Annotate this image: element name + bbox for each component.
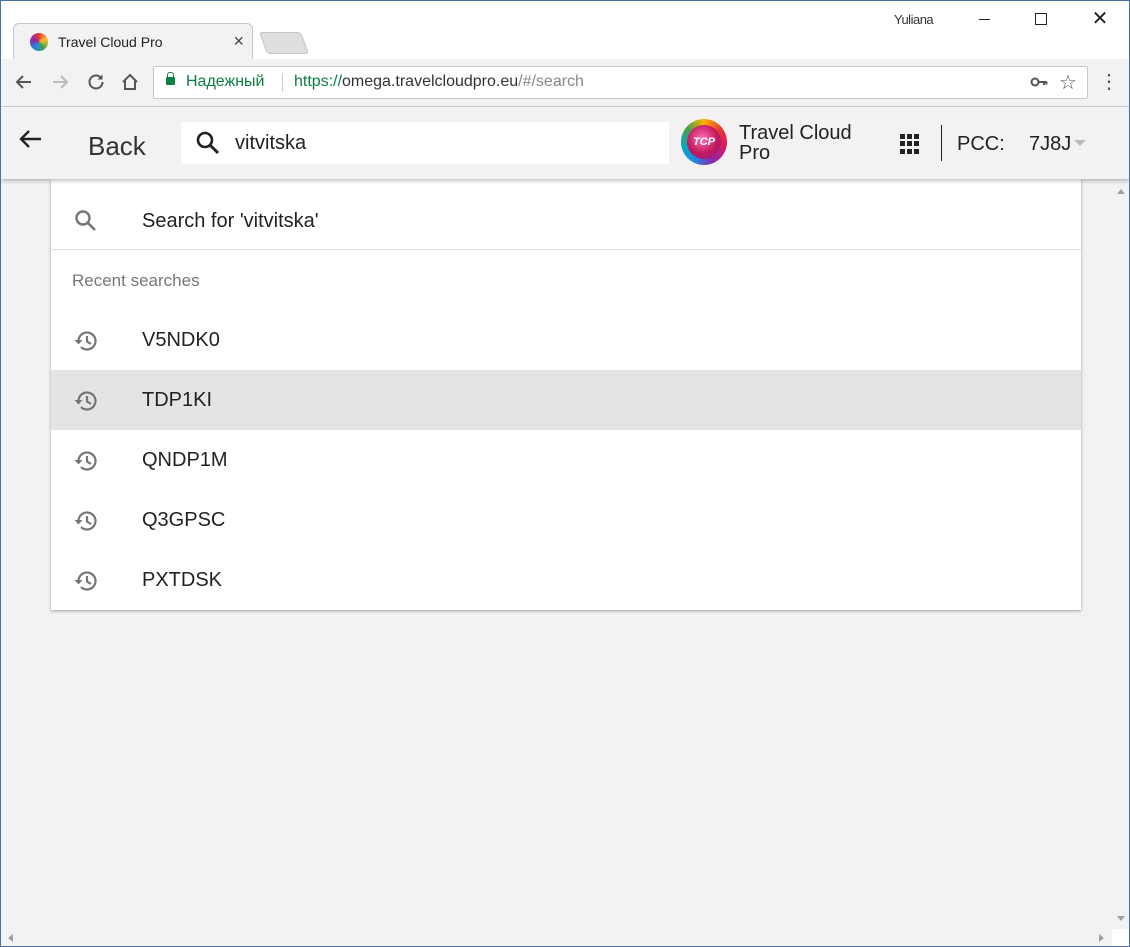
arrow-left-icon [15, 75, 31, 89]
header-divider [941, 125, 942, 161]
new-tab-button[interactable] [258, 32, 310, 54]
pcc-select[interactable]: 7J8J [1029, 133, 1071, 156]
minimize-icon [978, 18, 990, 20]
close-icon: ✕ [1091, 8, 1109, 30]
recent-search-label: V5NDK0 [142, 329, 220, 351]
maximize-button[interactable] [1018, 1, 1064, 37]
logo-text: TCP [687, 125, 721, 159]
history-icon [73, 448, 99, 474]
recent-search-item[interactable]: V5NDK0 [51, 310, 1081, 370]
url-scheme: https:// [294, 73, 343, 90]
recent-search-item[interactable]: QNDP1M [51, 430, 1081, 490]
history-icon [73, 328, 99, 354]
url-text[interactable]: https://omega.travelcloudpro.eu/#/search [294, 73, 584, 91]
home-button[interactable] [117, 69, 143, 95]
recent-search-label: QNDP1M [142, 449, 228, 471]
history-icon [73, 508, 99, 534]
horizontal-scrollbar[interactable] [1, 929, 1112, 946]
history-icon [73, 568, 99, 594]
scroll-right-icon[interactable] [1099, 934, 1104, 942]
url-path: /#/search [518, 73, 584, 90]
profile-user-name[interactable]: Yuliana [894, 12, 934, 27]
recent-searches-heading: Recent searches [72, 271, 200, 290]
tab-favicon-icon [30, 33, 48, 51]
browser-menu-icon[interactable]: ⋮ [1099, 69, 1119, 95]
url-host: omega.travelcloudpro.eu [342, 73, 519, 90]
app-header: Back vitvitska TCP Travel Cloud Pro PCC:… [1, 107, 1129, 179]
browser-back-button[interactable] [11, 69, 37, 95]
history-icon [73, 388, 99, 414]
address-divider [282, 73, 283, 92]
vertical-scrollbar[interactable] [1112, 179, 1129, 927]
travel-cloud-pro-logo: TCP [681, 119, 727, 165]
brand-name: Travel Cloud Pro [739, 122, 852, 164]
scroll-down-icon[interactable] [1117, 916, 1125, 921]
tab-close-icon[interactable]: × [233, 31, 244, 51]
recent-search-item-highlighted[interactable]: TDP1KI [51, 370, 1081, 430]
apps-grid-icon[interactable] [900, 134, 920, 154]
recent-search-label: PXTDSK [142, 569, 223, 591]
browser-window: Travel Cloud Pro × Yuliana ✕ Надежный ht… [0, 0, 1130, 947]
recent-search-label: TDP1KI [142, 389, 213, 411]
reload-icon [88, 74, 104, 90]
chevron-down-icon[interactable] [1074, 140, 1086, 146]
title-bar: Travel Cloud Pro × Yuliana ✕ [1, 1, 1129, 60]
recent-search-label: Q3GPSC [142, 509, 226, 531]
address-bar[interactable]: Надежный https://omega.travelcloudpro.eu… [153, 66, 1088, 99]
search-icon [195, 130, 221, 161]
main-content: Search for 'vitvitska' Recent searches V… [1, 179, 1129, 946]
key-icon[interactable] [1029, 72, 1049, 97]
back-arrow-icon[interactable] [19, 127, 43, 157]
browser-tab[interactable]: Travel Cloud Pro × [13, 23, 253, 60]
recent-search-item[interactable]: PXTDSK [51, 550, 1081, 610]
lock-icon [166, 72, 175, 85]
search-suggestion-label: Search for 'vitvitska' [142, 210, 319, 232]
close-window-button[interactable]: ✕ [1077, 1, 1123, 37]
search-input-value[interactable]: vitvitska [235, 132, 306, 155]
arrow-right-icon [53, 75, 69, 89]
back-button[interactable]: Back [88, 131, 146, 162]
tab-title: Travel Cloud Pro [58, 34, 163, 50]
reload-button[interactable] [83, 69, 109, 95]
search-suggestion[interactable]: Search for 'vitvitska' [51, 179, 1081, 250]
minimize-button[interactable] [961, 1, 1007, 37]
search-input[interactable]: vitvitska [181, 122, 669, 164]
maximize-icon [1035, 13, 1047, 25]
recent-search-item[interactable]: Q3GPSC [51, 490, 1081, 550]
secure-label: Надежный [186, 73, 265, 90]
browser-forward-button[interactable] [47, 69, 73, 95]
search-suggestions-dropdown: Search for 'vitvitska' Recent searches V… [51, 179, 1081, 610]
scrollbar-corner [1112, 929, 1129, 946]
search-icon [73, 208, 99, 239]
scroll-up-icon[interactable] [1117, 189, 1125, 194]
pcc-label: PCC: [957, 133, 1005, 155]
scroll-left-icon[interactable] [8, 934, 13, 942]
bookmark-star-icon[interactable]: ☆ [1059, 70, 1077, 95]
home-icon [122, 73, 138, 90]
browser-toolbar: Надежный https://omega.travelcloudpro.eu… [1, 59, 1129, 107]
